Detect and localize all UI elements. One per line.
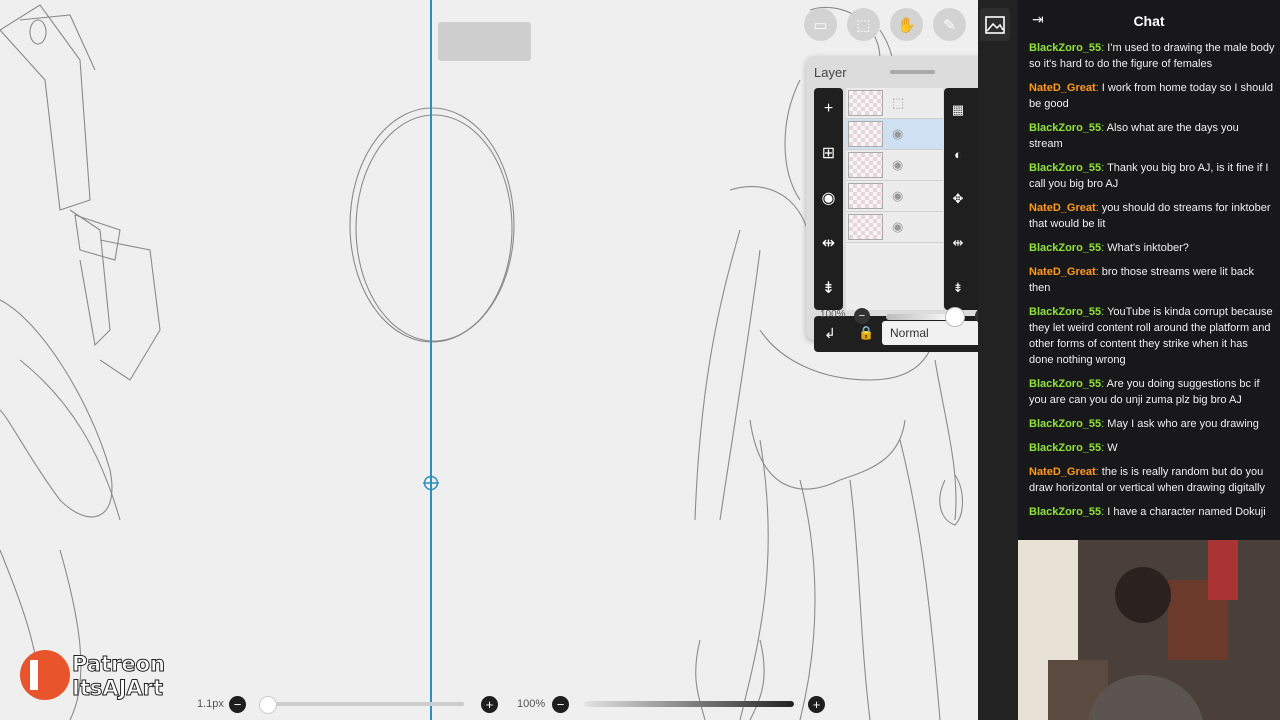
symmetry-guide-line[interactable] [430,0,432,720]
camera-icon[interactable]: ◉ [822,188,836,208]
add-folder-icon[interactable]: ⊞ [822,143,835,163]
opacity-minus-button[interactable]: − [854,308,870,324]
chat-header: ⇥ Chat [1018,0,1280,38]
brush-opacity-plus-button[interactable]: + [808,696,825,713]
layer-tools-right: ▦ ⤓ ◐ 🗑 ✥ FX ⇹ ⋮ ⇟ [944,88,978,310]
layer-tools-left: + ⊞ ◉ ⇹ ⇟ [814,88,843,310]
watermark-line1: Patreon [71,652,166,677]
layer-panel-drag-handle[interactable] [890,70,935,74]
chat-title: Chat [1133,13,1165,29]
chat-username[interactable]: BlackZoro_55 [1029,418,1101,430]
gallery-icon[interactable] [980,8,1010,41]
chat-message: BlackZoro_55: I'm used to drawing the ma… [1029,42,1275,70]
brush-size-minus-button[interactable]: − [229,696,246,713]
brush-size-value: 1.1px [197,698,224,710]
chat-username[interactable]: BlackZoro_55 [1029,506,1101,518]
chat-message: BlackZoro_55: May I ask who are you draw… [1029,418,1259,430]
chat-message: BlackZoro_55: YouTube is kinda corrupt b… [1029,306,1273,366]
move-icon[interactable]: ✥ [953,191,964,207]
chat-username[interactable]: NateD_Great [1029,466,1096,478]
layer-row[interactable]: ◉ [846,181,943,212]
selection-icon[interactable]: ▭ [804,8,837,41]
layer-row[interactable]: ◉ [846,212,943,243]
chat-username[interactable]: BlackZoro_55 [1029,378,1101,390]
chat-username[interactable]: BlackZoro_55 [1029,122,1101,134]
chat-username[interactable]: NateD_Great [1029,266,1096,278]
webcam-image [1018,540,1280,720]
brush-opacity-minus-button[interactable]: − [552,696,569,713]
layer-opacity-value: 100% [820,309,846,320]
top-toolbar: ▭ ⬚ ✋ ✎ [804,8,966,41]
eye-icon[interactable]: ◉ [892,126,903,142]
layer-thumbnail [848,214,883,240]
layer-row[interactable]: ◉ [846,150,943,181]
merge-down-icon[interactable]: ⇟ [822,278,835,298]
chat-username[interactable]: NateD_Great [1029,82,1096,94]
watermark-line2: ItsAJArt [71,676,164,701]
eye-icon[interactable]: ◉ [892,157,903,173]
chat-username[interactable]: BlackZoro_55 [1029,306,1101,318]
layer-list: ⬚ ◉ ◉ ◉ ◉ [846,88,943,310]
layer-row[interactable]: ⬚ [846,88,943,119]
chat-message-list[interactable]: BlackZoro_55: I'm used to drawing the ma… [1029,40,1275,528]
guide-handle-icon[interactable] [423,475,439,491]
eye-icon[interactable]: ◉ [892,219,903,235]
panel-divider [978,0,1018,720]
pen-icon[interactable]: ✎ [933,8,966,41]
chat-message: BlackZoro_55: What's inktober? [1029,242,1189,254]
eye-icon[interactable]: ◉ [892,188,903,204]
webcam-feed [1018,540,1280,720]
chat-text: May I ask who are you drawing [1107,418,1259,430]
chat-username[interactable]: BlackZoro_55 [1029,242,1101,254]
reference-placeholder [438,22,531,61]
hand-icon[interactable]: ✋ [890,8,923,41]
add-layer-icon[interactable]: + [824,100,833,118]
checker-icon[interactable]: ▦ [952,102,964,118]
brush-size-knob[interactable] [259,696,277,714]
brush-opacity-slider[interactable] [584,701,794,707]
layer-panel-title: Layer [814,65,847,80]
chat-message: BlackZoro_55: Thank you big bro AJ, is i… [1029,162,1269,190]
patreon-logo-icon [20,650,70,700]
chat-text: What's inktober? [1107,242,1189,254]
chat-message: BlackZoro_55: Are you doing suggestions … [1029,378,1260,406]
lock-alpha-icon[interactable]: 🔒 [858,325,874,341]
selection-layer-icon: ⬚ [892,95,905,110]
layer-opacity-knob[interactable] [945,307,965,327]
transform-icon[interactable]: ⬚ [847,8,880,41]
clipping-icon[interactable]: ◐ [954,147,962,162]
layer-thumbnail [848,121,883,147]
chat-text: I have a character named Dokuji [1107,506,1266,518]
chat-username[interactable]: BlackZoro_55 [1029,442,1101,454]
layer-thumbnail [848,90,883,116]
chat-username[interactable]: NateD_Great [1029,202,1096,214]
clip-arrow-icon[interactable]: ↲ [824,325,836,342]
chat-username[interactable]: BlackZoro_55 [1029,42,1101,54]
chat-message: NateD_Great: I work from home today so I… [1029,82,1273,110]
chat-message: BlackZoro_55: W [1029,442,1118,454]
chat-panel: ⇥ Chat BlackZoro_55: I'm used to drawing… [1018,0,1280,540]
chat-text: W [1107,442,1118,454]
chat-message: NateD_Great: the is is really random but… [1029,466,1266,494]
chat-message: BlackZoro_55: Also what are the days you… [1029,122,1239,150]
layer-thumbnail [848,152,883,178]
brush-size-slider[interactable] [262,702,464,706]
layer-thumbnail [848,183,883,209]
blend-mode-select[interactable]: Normal [882,321,978,345]
chat-message: NateD_Great: bro those streams were lit … [1029,266,1254,294]
brush-size-plus-button[interactable]: + [481,696,498,713]
layer-panel: Layer ✕ + ⊞ ◉ ⇹ ⇟ ⬚ ◉ ◉ ◉ [806,56,978,352]
merge-icon[interactable]: ⇟ [953,280,964,296]
flip-icon[interactable]: ⇹ [953,235,964,251]
chat-message: NateD_Great: you should do streams for i… [1029,202,1271,230]
layer-row-selected[interactable]: ◉ [846,119,943,150]
flip-horizontal-icon[interactable]: ⇹ [822,233,835,253]
chat-message: BlackZoro_55: I have a character named D… [1029,506,1266,518]
chat-username[interactable]: BlackZoro_55 [1029,162,1101,174]
brush-opacity-value: 100% [517,698,546,710]
drawing-canvas[interactable]: ▭ ⬚ ✋ ✎ Layer ✕ + ⊞ ◉ ⇹ ⇟ ⬚ ◉ ◉ [0,0,978,720]
